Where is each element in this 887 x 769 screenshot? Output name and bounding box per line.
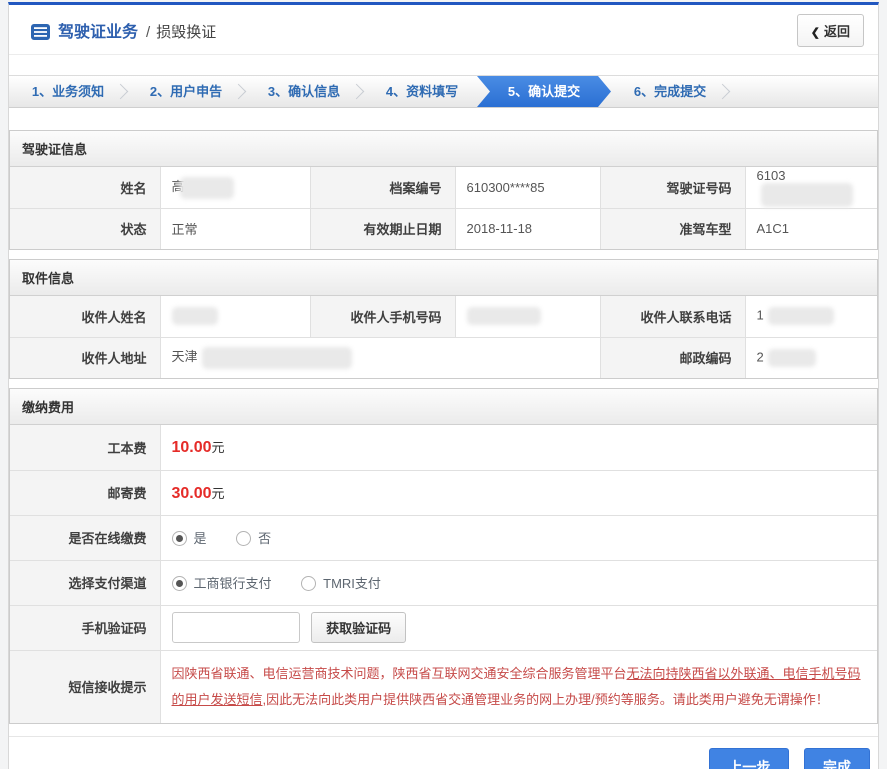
- fee-unit: 元: [211, 485, 225, 501]
- field-label-recipient-mobile: 收件人手机号码: [309, 296, 456, 338]
- field-value-expiry-date: 2018-11-18: [454, 207, 601, 249]
- field-value-recipient-name: [159, 296, 311, 338]
- sms-notice-text: 因陕西省联通、电信运营商技术问题，陕西省互联网交通安全综合服务管理平台无法向持陕…: [159, 649, 877, 723]
- field-value-recipient-mobile: [454, 296, 601, 338]
- notice-part2: ,因此无法向此类用户提供陕西省交通管理业务的网上办理/预约等服务。请此类用户避免…: [262, 691, 829, 707]
- radio-label-tmri[interactable]: TMRI支付: [323, 576, 381, 591]
- field-label-status: 状态: [10, 207, 161, 249]
- previous-step-button[interactable]: 上一步: [709, 747, 790, 769]
- section-pickup-info: 取件信息 收件人姓名 收件人手机号码 收件人联系电话 1 收件人地址 天津 邮政…: [9, 259, 878, 379]
- back-button[interactable]: ❮ 返回: [796, 14, 864, 47]
- main-card: 驾驶证业务 / 损毁换证 ❮ 返回 1、业务须知 2、用户申告 3、确认信息 4、资料…: [8, 2, 879, 769]
- section-license-info: 驾驶证信息 姓名 高 档案编号 610300****85 驾驶证号码 6103 …: [9, 130, 878, 250]
- table-row: 工本费 10.00元: [10, 425, 877, 471]
- breadcrumb-separator: /: [146, 24, 151, 41]
- field-value-postage-fee: 30.00元: [159, 469, 877, 516]
- redacted-value: [171, 307, 218, 326]
- step-item-2[interactable]: 2、用户申告: [127, 76, 245, 107]
- field-value-online-payment: 是 否: [159, 514, 877, 561]
- field-label-payment-channel: 选择支付渠道: [10, 559, 161, 606]
- step-item-3[interactable]: 3、确认信息: [245, 76, 363, 107]
- section-title: 驾驶证信息: [10, 131, 877, 167]
- page-header: 驾驶证业务 / 损毁换证 ❮ 返回: [9, 5, 878, 55]
- production-fee-amount: 10.00: [171, 439, 212, 457]
- step-item-5-active[interactable]: 5、确认提交: [477, 76, 611, 107]
- field-label-file-number: 档案编号: [309, 167, 456, 209]
- field-value-vehicle-class: A1C1: [744, 207, 877, 249]
- radio-label-no[interactable]: 否: [258, 531, 271, 546]
- field-value-postal-code: 2: [744, 336, 877, 378]
- field-label-license-number: 驾驶证号码: [599, 167, 746, 209]
- chevron-left-icon: ❮: [810, 27, 820, 39]
- field-label-sms-notice: 短信接收提示: [10, 649, 161, 723]
- get-code-button[interactable]: 获取验证码: [311, 612, 407, 643]
- field-label-recipient-phone: 收件人联系电话: [599, 296, 746, 338]
- postage-fee-amount: 30.00: [171, 484, 212, 502]
- table-row: 姓名 高 档案编号 610300****85 驾驶证号码 6103: [10, 167, 877, 209]
- step-bar: 1、业务须知 2、用户申告 3、确认信息 4、资料填写 5、确认提交 6、完成提…: [9, 75, 878, 108]
- radio-channel-tmri[interactable]: [301, 576, 317, 591]
- redacted-value: [179, 176, 234, 199]
- field-value-recipient-phone: 1: [744, 296, 877, 338]
- redacted-value: [201, 347, 352, 370]
- table-row: 状态 正常 有效期止日期 2018-11-18 准驾车型 A1C1: [10, 207, 877, 249]
- table-row: 选择支付渠道 工商银行支付 TMRI支付: [10, 559, 877, 606]
- field-label-sms-code: 手机验证码: [10, 604, 161, 651]
- field-label-recipient-address: 收件人地址: [10, 336, 161, 378]
- field-value-production-fee: 10.00元: [159, 425, 877, 471]
- back-button-label: 返回: [823, 24, 850, 39]
- redacted-value: [760, 182, 853, 207]
- field-label-postage-fee: 邮寄费: [10, 469, 161, 516]
- section-title: 缴纳费用: [10, 389, 877, 425]
- redacted-value: [767, 307, 834, 326]
- fee-unit: 元: [211, 440, 225, 456]
- sms-code-input[interactable]: [171, 612, 300, 643]
- field-value-payment-channel: 工商银行支付 TMRI支付: [159, 559, 877, 606]
- field-label-expiry-date: 有效期止日期: [309, 207, 456, 249]
- license-business-icon: [31, 24, 50, 40]
- page-title: 驾驶证业务: [58, 24, 139, 41]
- field-label-name: 姓名: [10, 167, 161, 209]
- radio-online-pay-yes[interactable]: [171, 531, 187, 546]
- footer-actions: 上一步 完成: [9, 735, 878, 769]
- field-label-postal-code: 邮政编码: [599, 336, 746, 378]
- radio-channel-icbc[interactable]: [171, 576, 187, 591]
- finish-button[interactable]: 完成: [804, 747, 870, 769]
- step-item-1[interactable]: 1、业务须知: [9, 76, 127, 107]
- field-value-status: 正常: [159, 207, 311, 249]
- table-row: 收件人姓名 收件人手机号码 收件人联系电话 1: [10, 296, 877, 338]
- field-value-sms-code: 获取验证码: [159, 604, 877, 651]
- radio-label-yes[interactable]: 是: [194, 531, 207, 546]
- field-label-online-payment: 是否在线缴费: [10, 514, 161, 561]
- table-row: 是否在线缴费 是 否: [10, 514, 877, 561]
- field-value-recipient-address: 天津: [159, 336, 601, 378]
- table-row: 手机验证码 获取验证码: [10, 604, 877, 651]
- redacted-value: [466, 307, 541, 326]
- step-item-6[interactable]: 6、完成提交: [611, 76, 729, 107]
- table-row: 短信接收提示 因陕西省联通、电信运营商技术问题，陕西省互联网交通安全综合服务管理…: [10, 649, 877, 723]
- field-value-license-number: 6103: [744, 167, 877, 209]
- section-title: 取件信息: [10, 260, 877, 296]
- field-value-name: 高: [159, 167, 311, 209]
- step-item-4[interactable]: 4、资料填写: [363, 76, 481, 107]
- table-row: 收件人地址 天津 邮政编码 2: [10, 336, 877, 378]
- table-row: 邮寄费 30.00元: [10, 469, 877, 516]
- field-value-file-number: 610300****85: [454, 167, 601, 209]
- redacted-value: [767, 348, 816, 367]
- radio-online-pay-no[interactable]: [236, 531, 252, 546]
- field-label-production-fee: 工本费: [10, 425, 161, 471]
- radio-label-icbc[interactable]: 工商银行支付: [194, 576, 272, 591]
- breadcrumb-current: 损毁换证: [156, 24, 217, 41]
- field-label-recipient-name: 收件人姓名: [10, 296, 161, 338]
- notice-part1: 因陕西省联通、电信运营商技术问题，陕西省互联网交通安全综合服务管理平台: [171, 665, 627, 681]
- section-fees: 缴纳费用 工本费 10.00元 邮寄费 30.00元 是否在线缴费 是 否 选择…: [9, 388, 878, 724]
- field-label-vehicle-class: 准驾车型: [599, 207, 746, 249]
